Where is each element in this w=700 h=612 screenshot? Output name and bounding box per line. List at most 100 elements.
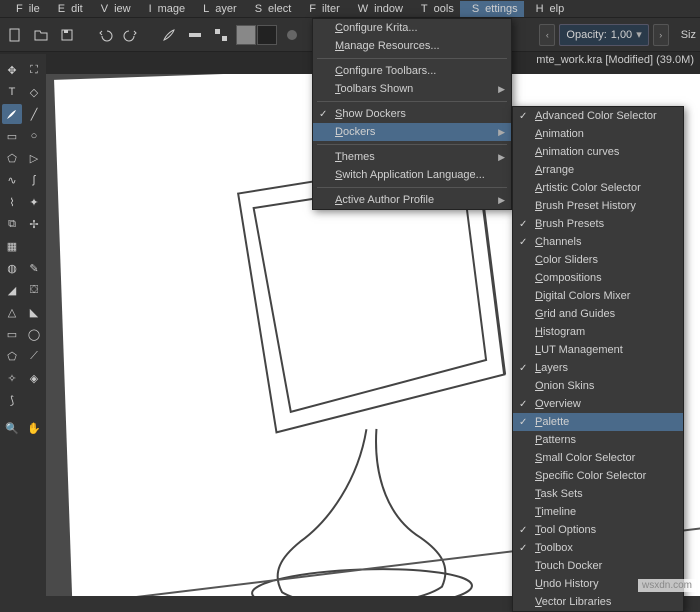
check-icon: ✓ [319,109,327,120]
opacity-slider[interactable]: Opacity: 1,00 ▾ [559,24,648,46]
polyline-tool[interactable]: ▷ [24,148,44,168]
gradient-button[interactable] [184,24,206,46]
dockers-item-specific-color-selector[interactable]: Specific Color Selector [513,467,683,485]
dockers-item-compositions[interactable]: Compositions [513,269,683,287]
menu-view[interactable]: View [89,1,137,17]
menu-item-label: Grid and Guides [535,308,615,320]
menu-image[interactable]: Image [137,1,192,17]
move-tool[interactable]: ✥ [2,60,22,80]
menu-item-label: Toolbars Shown [335,83,413,95]
dockers-item-color-sliders[interactable]: Color Sliders [513,251,683,269]
undo-button[interactable] [94,24,116,46]
bg-color-swatch[interactable] [257,25,277,45]
select-bezier-tool[interactable]: ⟆ [2,390,22,410]
dockers-item-layers[interactable]: ✓Layers [513,359,683,377]
line-tool[interactable]: ╱ [24,104,44,124]
dockers-item-overview[interactable]: ✓Overview [513,395,683,413]
settings-item-manage-resources[interactable]: Manage Resources... [313,37,511,55]
settings-item-configure-toolbars[interactable]: Configure Toolbars... [313,62,511,80]
dockers-item-task-sets[interactable]: Task Sets [513,485,683,503]
crop-tool[interactable]: ⧉ [2,214,22,234]
measure-tool[interactable]: ◣ [24,302,44,322]
select-rect-tool[interactable]: ▭ [2,324,22,344]
select-contiguous-tool[interactable]: ✧ [2,368,22,388]
dockers-item-lut-management[interactable]: LUT Management [513,341,683,359]
menu-window[interactable]: Window [346,1,409,17]
color-swatches[interactable] [236,25,277,45]
pan-tool[interactable]: ✋ [24,418,44,438]
settings-item-themes[interactable]: Themes▶ [313,148,511,166]
ellipse-tool[interactable]: ○ [24,126,44,146]
select-ellipse-tool[interactable]: ◯ [24,324,44,344]
settings-item-toolbars-shown[interactable]: Toolbars Shown▶ [313,80,511,98]
new-file-button[interactable] [4,24,26,46]
edit-shapes-tool[interactable]: ◇ [24,82,44,102]
menu-layer[interactable]: Layer [191,1,243,17]
settings-item-show-dockers[interactable]: ✓Show Dockers [313,105,511,123]
menu-item-label: Task Sets [535,488,583,500]
bezier-tool[interactable]: ∿ [2,170,22,190]
menu-item-label: Advanced Color Selector [535,110,657,122]
dockers-item-advanced-color-selector[interactable]: ✓Advanced Color Selector [513,107,683,125]
menu-item-label: Switch Application Language... [335,169,485,181]
color-picker-tool[interactable]: ✎ [24,258,44,278]
pattern-edit-tool[interactable]: ⛋ [24,280,44,300]
select-free-tool[interactable]: ⟋ [24,346,44,366]
fill-tool[interactable]: ◍ [2,258,22,278]
pattern-button[interactable] [210,24,232,46]
redo-button[interactable] [120,24,142,46]
assistant-tool[interactable]: △ [2,302,22,322]
dockers-item-patterns[interactable]: Patterns [513,431,683,449]
dockers-item-onion-skins[interactable]: Onion Skins [513,377,683,395]
settings-item-active-author-profile[interactable]: Active Author Profile▶ [313,191,511,209]
brush-tool-button[interactable] [158,24,180,46]
opacity-decrease[interactable]: ‹ [539,24,555,46]
menu-tools[interactable]: Tools [409,1,460,17]
brush-preset-button[interactable] [281,24,303,46]
brush-tool[interactable] [2,104,22,124]
open-file-button[interactable] [30,24,52,46]
dockers-item-channels[interactable]: ✓Channels [513,233,683,251]
save-file-button[interactable] [56,24,78,46]
fg-color-swatch[interactable] [236,25,256,45]
deform-tool[interactable]: ▦ [2,236,22,256]
menu-edit[interactable]: Edit [46,1,89,17]
dockers-item-arrange[interactable]: Arrange [513,161,683,179]
dockers-item-artistic-color-selector[interactable]: Artistic Color Selector [513,179,683,197]
dockers-item-small-color-selector[interactable]: Small Color Selector [513,449,683,467]
text-tool[interactable]: T [2,82,22,102]
dockers-item-animation-curves[interactable]: Animation curves [513,143,683,161]
menu-help[interactable]: Help [524,1,571,17]
rect-tool[interactable]: ▭ [2,126,22,146]
dockers-item-tool-options[interactable]: ✓Tool Options [513,521,683,539]
dockers-item-toolbox[interactable]: ✓Toolbox [513,539,683,557]
menu-settings[interactable]: Settings [460,1,524,17]
dockers-item-digital-colors-mixer[interactable]: Digital Colors Mixer [513,287,683,305]
dockers-item-touch-docker[interactable]: Touch Docker [513,557,683,575]
menu-file[interactable]: File [4,1,46,17]
dockers-item-animation[interactable]: Animation [513,125,683,143]
settings-item-switch-application-language[interactable]: Switch Application Language... [313,166,511,184]
dockers-item-brush-preset-history[interactable]: Brush Preset History [513,197,683,215]
freehand-path-tool[interactable]: ʃ [24,170,44,190]
select-polygon-tool[interactable]: ⬠ [2,346,22,366]
dockers-item-grid-and-guides[interactable]: Grid and Guides [513,305,683,323]
gradient-tool[interactable]: ◢ [2,280,22,300]
menu-filter[interactable]: Filter [297,1,345,17]
dockers-item-palette[interactable]: ✓Palette [513,413,683,431]
move-layer-tool[interactable]: ✢ [24,214,44,234]
settings-item-dockers[interactable]: Dockers▶ [313,123,511,141]
menu-select[interactable]: Select [243,1,298,17]
select-similar-tool[interactable]: ◈ [24,368,44,388]
zoom-tool[interactable]: 🔍 [2,418,22,438]
dockers-item-brush-presets[interactable]: ✓Brush Presets [513,215,683,233]
dynamic-brush-tool[interactable]: ⌇ [2,192,22,212]
check-icon: ✓ [519,525,527,536]
dockers-item-histogram[interactable]: Histogram [513,323,683,341]
polygon-tool[interactable]: ⬠ [2,148,22,168]
multibrush-tool[interactable]: ✦ [24,192,44,212]
transform-tool[interactable]: ⛶ [24,60,44,80]
opacity-increase[interactable]: › [653,24,669,46]
settings-item-configure-krita[interactable]: Configure Krita... [313,19,511,37]
dockers-item-timeline[interactable]: Timeline [513,503,683,521]
